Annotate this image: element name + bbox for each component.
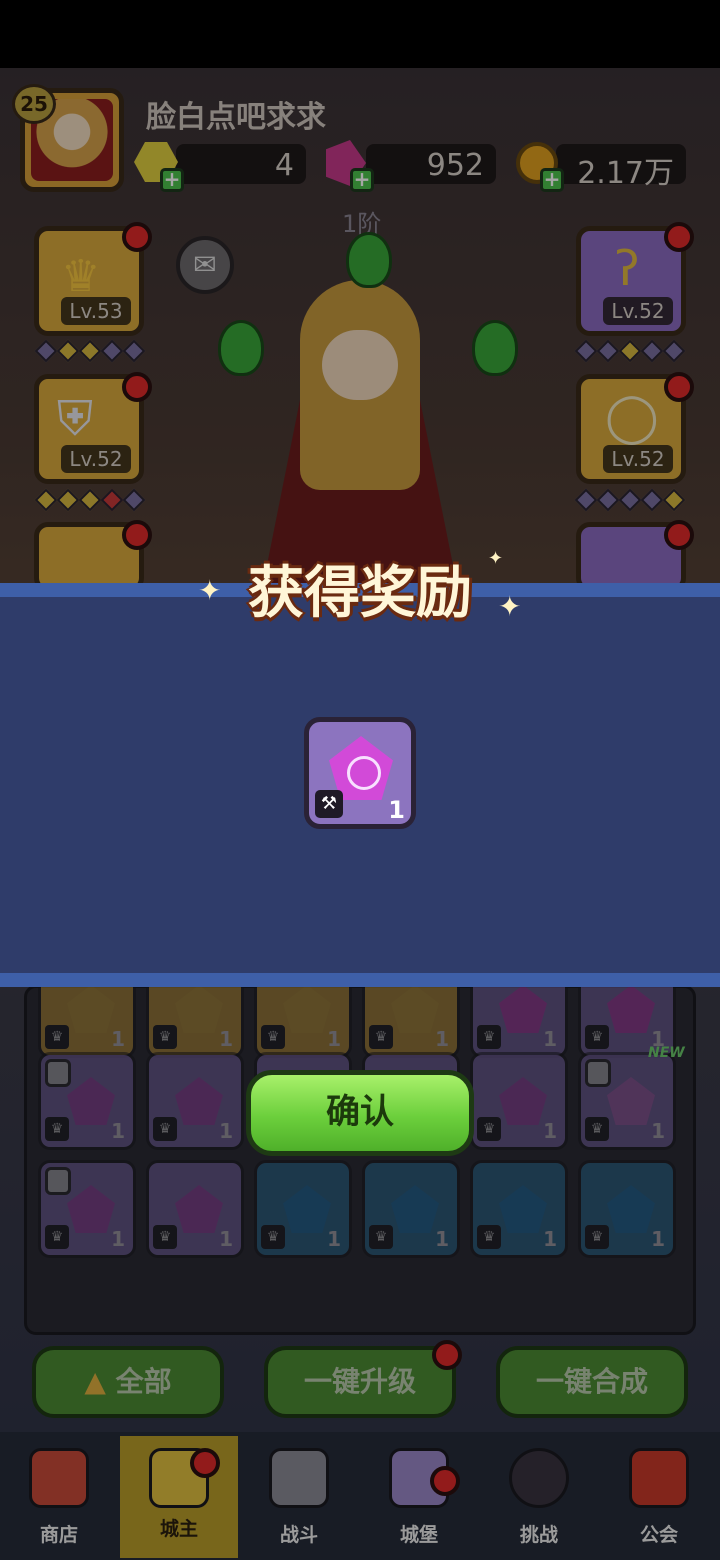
sparkle-icon: ✦: [198, 574, 222, 607]
confirm-button[interactable]: 确认: [246, 1070, 474, 1156]
status-bar: [0, 0, 720, 68]
sparkle-icon: ✦: [488, 548, 504, 569]
reward-count: 1: [388, 796, 405, 824]
reward-item[interactable]: ⚒ 1: [304, 717, 416, 829]
staff-tag-icon: ⚒: [315, 790, 343, 818]
modal-title: 获得奖励: [248, 561, 472, 626]
sparkle-icon: ✦: [498, 590, 522, 623]
